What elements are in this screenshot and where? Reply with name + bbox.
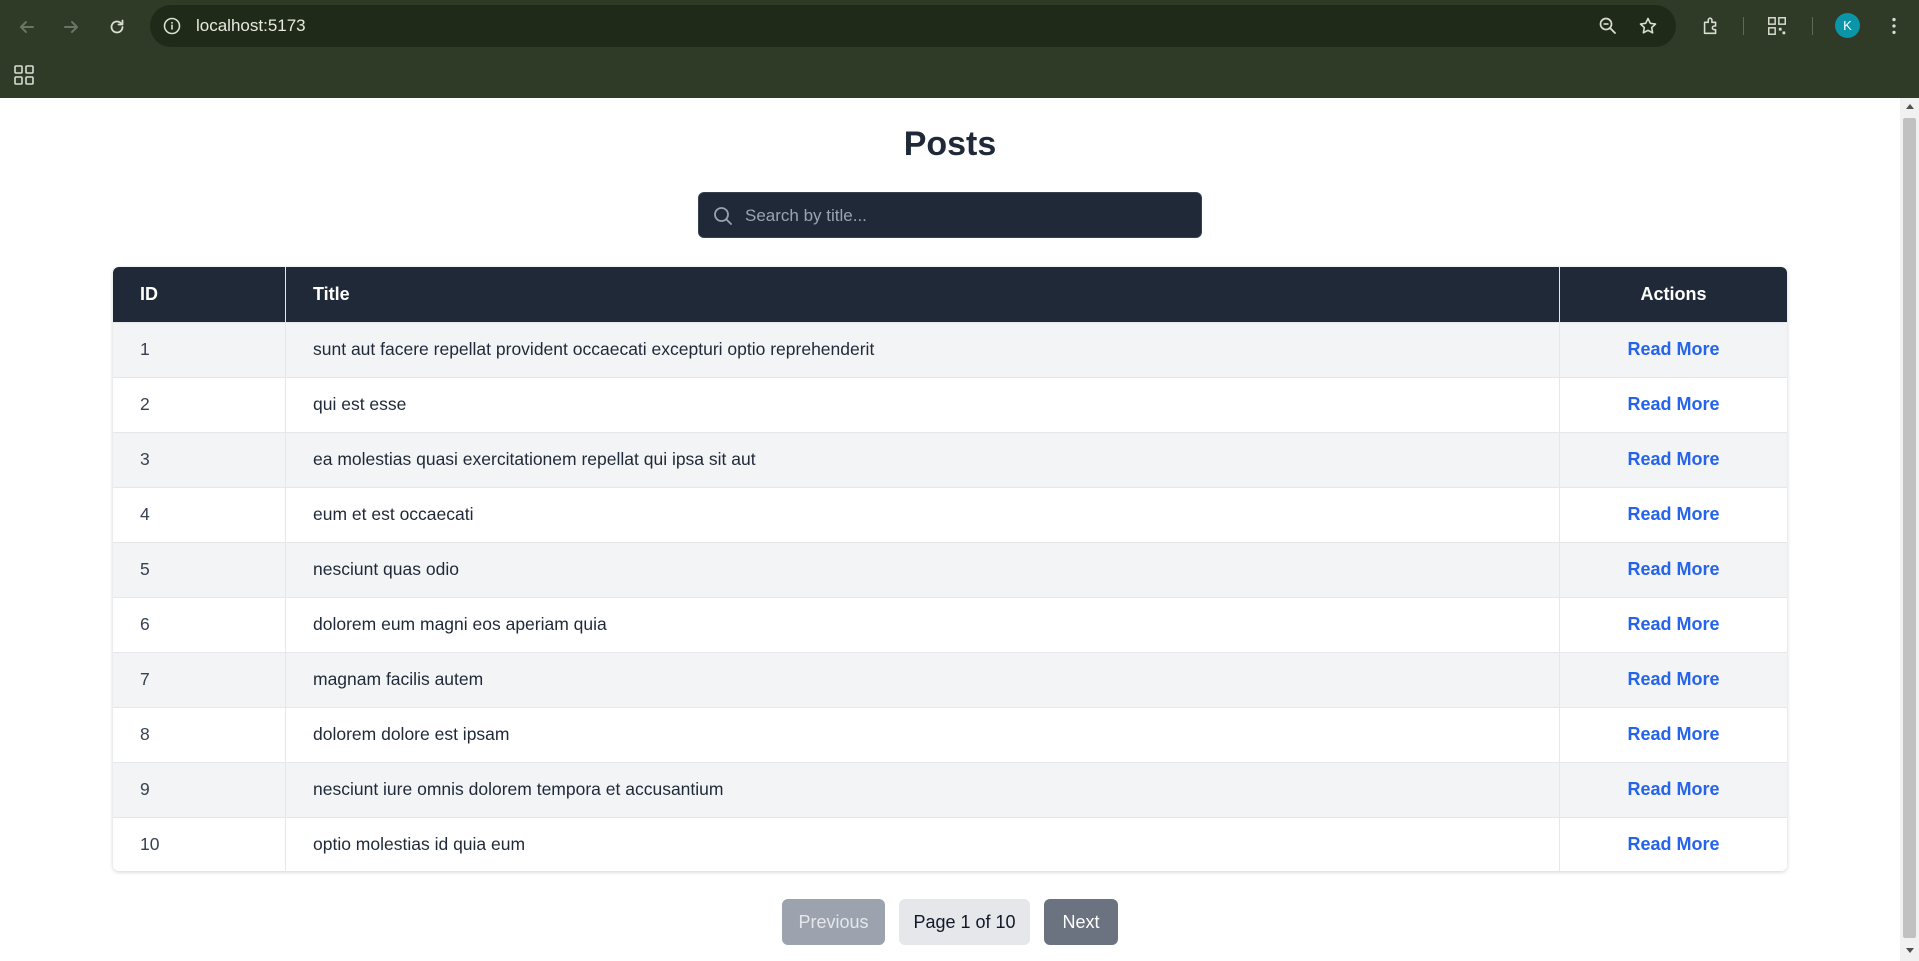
read-more-link[interactable]: Read More [1627, 449, 1719, 469]
read-more-link[interactable]: Read More [1627, 559, 1719, 579]
cell-actions: Read More [1560, 377, 1788, 432]
page-indicator: Page 1 of 10 [899, 899, 1030, 945]
search-icon [714, 207, 732, 225]
table-header-row: ID Title Actions [113, 267, 1787, 322]
search-input[interactable] [743, 193, 1187, 239]
cell-title: magnam facilis autem [285, 652, 1560, 707]
read-more-link[interactable]: Read More [1627, 614, 1719, 634]
cell-id: 6 [140, 614, 150, 634]
back-button[interactable] [12, 12, 42, 42]
cell-title: dolorem dolore est ipsam [285, 707, 1560, 762]
qr-code-button[interactable] [1765, 14, 1789, 38]
cell-actions: Read More [1560, 817, 1788, 871]
column-header-actions: Actions [1640, 283, 1707, 304]
read-more-link[interactable]: Read More [1627, 834, 1719, 854]
table-row: 3 ea molestias quasi exercitationem repe… [113, 432, 1787, 487]
cell-id: 8 [140, 724, 150, 744]
pagination: Previous Page 1 of 10 Next [0, 899, 1900, 945]
cell-actions: Read More [1560, 652, 1788, 707]
cell-title: sunt aut facere repellat provident occae… [285, 322, 1560, 377]
read-more-link[interactable]: Read More [1627, 669, 1719, 689]
reload-icon [110, 19, 124, 34]
cell-id: 7 [140, 669, 150, 689]
page-title: Posts [903, 125, 997, 163]
extensions-icon [1703, 17, 1717, 35]
cell-title: qui est esse [285, 377, 1560, 432]
cell-id: 5 [140, 559, 150, 579]
column-header-title: Title [285, 267, 1560, 322]
cell-title: optio molestias id quia eum [285, 817, 1560, 871]
cell-actions: Read More [1560, 487, 1788, 542]
zoom-icon[interactable] [1598, 16, 1618, 36]
browser-chrome: localhost:5173 K [0, 0, 1919, 98]
cell-title: eum et est occaecati [285, 487, 1560, 542]
cell-actions: Read More [1560, 432, 1788, 487]
scroll-down-arrow[interactable] [1900, 947, 1919, 959]
scroll-up-icon [1905, 104, 1914, 109]
table-row: 2 qui est esse Read More [113, 377, 1787, 432]
cell-id: 3 [140, 449, 150, 469]
profile-avatar[interactable]: K [1835, 13, 1860, 38]
forward-icon [64, 21, 78, 33]
scroll-up-arrow[interactable] [1900, 102, 1919, 114]
previous-button[interactable]: Previous [782, 899, 885, 945]
back-icon [20, 21, 34, 33]
table-row: 8 dolorem dolore est ipsam Read More [113, 707, 1787, 762]
scroll-down-icon [1905, 948, 1914, 953]
extensions-button[interactable] [1699, 14, 1723, 38]
cell-actions: Read More [1560, 542, 1788, 597]
cell-id: 10 [140, 834, 160, 855]
browser-menu-button[interactable] [1882, 14, 1906, 38]
address-url[interactable]: localhost:5173 [196, 5, 306, 47]
toolbar-separator [1812, 17, 1813, 35]
search-box[interactable] [698, 192, 1202, 239]
cell-title: ea molestias quasi exercitationem repell… [285, 432, 1560, 487]
star-icon[interactable] [1638, 16, 1658, 36]
read-more-link[interactable]: Read More [1627, 339, 1719, 359]
toolbar-separator [1743, 17, 1744, 35]
table-row: 4 eum et est occaecati Read More [113, 487, 1787, 542]
cell-actions: Read More [1560, 322, 1788, 377]
reload-button[interactable] [102, 12, 132, 42]
address-bar[interactable]: localhost:5173 [150, 5, 1676, 47]
next-button[interactable]: Next [1044, 899, 1118, 945]
table-row: 9 nesciunt iure omnis dolorem tempora et… [113, 762, 1787, 817]
scrollbar-thumb[interactable] [1903, 118, 1916, 938]
table-row: 5 nesciunt quas odio Read More [113, 542, 1787, 597]
posts-table: ID Title Actions 1 sunt aut facere repel… [113, 267, 1787, 871]
table-row: 10 optio molestias id quia eum Read More [113, 817, 1787, 871]
table-row: 1 sunt aut facere repellat provident occ… [113, 322, 1787, 377]
site-info-icon[interactable] [162, 16, 182, 36]
cell-id: 4 [140, 504, 150, 524]
cell-title: dolorem eum magni eos aperiam quia [285, 597, 1560, 652]
read-more-link[interactable]: Read More [1627, 724, 1719, 744]
table-row: 7 magnam facilis autem Read More [113, 652, 1787, 707]
cell-title: nesciunt quas odio [285, 542, 1560, 597]
browser-toolbar: localhost:5173 K [0, 0, 1919, 52]
read-more-link[interactable]: Read More [1627, 779, 1719, 799]
vertical-scrollbar[interactable] [1900, 98, 1919, 961]
cell-id: 9 [140, 779, 150, 799]
cell-actions: Read More [1560, 762, 1788, 817]
cell-id: 2 [140, 394, 150, 414]
cell-title: nesciunt iure omnis dolorem tempora et a… [285, 762, 1560, 817]
cell-actions: Read More [1560, 597, 1788, 652]
page-viewport: Posts ID Title Actions 1 sunt aut facere… [0, 98, 1900, 961]
apps-icon[interactable] [12, 63, 36, 87]
cell-actions: Read More [1560, 707, 1788, 762]
bookmarks-bar [0, 52, 1919, 98]
forward-button[interactable] [56, 12, 86, 42]
read-more-link[interactable]: Read More [1627, 394, 1719, 414]
table-row: 6 dolorem eum magni eos aperiam quia Rea… [113, 597, 1787, 652]
read-more-link[interactable]: Read More [1627, 504, 1719, 524]
menu-icon [1892, 17, 1896, 35]
column-header-id: ID [140, 283, 158, 304]
qr-code-icon [1768, 17, 1786, 35]
cell-id: 1 [140, 339, 150, 359]
